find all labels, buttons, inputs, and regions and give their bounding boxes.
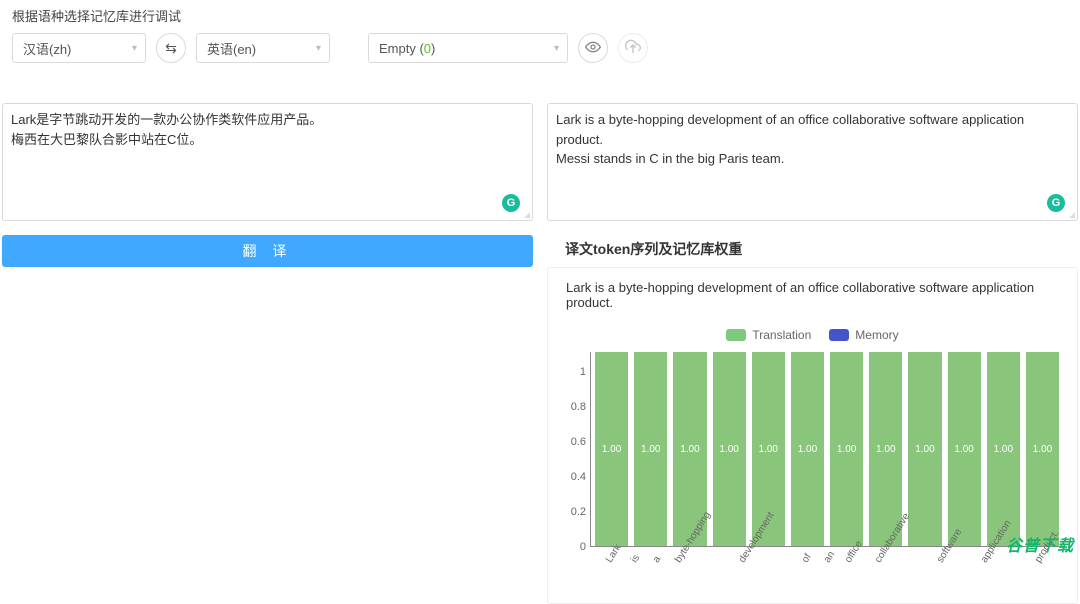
target-textarea-wrap: G: [547, 103, 1078, 221]
memory-library-select[interactable]: Empty (0) ▾: [368, 33, 568, 63]
chart-bar[interactable]: 1.00: [791, 352, 824, 546]
source-textarea-wrap: G: [2, 103, 533, 221]
target-column: G 译文token序列及记忆库权重 Lark is a byte-hopping…: [547, 103, 1080, 604]
chevron-down-icon: ▾: [554, 43, 559, 54]
chevron-down-icon: ▾: [132, 43, 137, 54]
chart-bar[interactable]: 1.00: [908, 352, 941, 546]
chart-bar[interactable]: 1.00: [1026, 352, 1059, 546]
legend-memory[interactable]: Memory: [829, 328, 898, 342]
translate-button[interactable]: 翻 译: [2, 235, 533, 267]
swap-icon: ⇆: [165, 40, 177, 57]
bar-value-label: 1.00: [1033, 444, 1052, 455]
y-axis: 00.20.40.60.81: [562, 352, 590, 547]
source-language-select[interactable]: 汉语(zh) ▾: [12, 33, 146, 63]
bar-value-label: 1.00: [954, 444, 973, 455]
bar-value-label: 1.00: [876, 444, 895, 455]
bar-value-label: 1.00: [798, 444, 817, 455]
bar-value-label: 1.00: [680, 444, 699, 455]
bar-value-label: 1.00: [994, 444, 1013, 455]
cloud-upload-icon: [625, 39, 641, 58]
chart-bar[interactable]: 1.00: [830, 352, 863, 546]
y-tick: 0: [580, 541, 586, 553]
x-axis-labels: Larkisabyte-hoppingdevelopmentofanoffice…: [562, 547, 1063, 597]
upload-button[interactable]: [618, 33, 648, 63]
chart-area: 00.20.40.60.81 1.001.001.001.001.001.001…: [562, 352, 1063, 547]
swap-languages-button[interactable]: ⇆: [156, 33, 186, 63]
y-tick: 0.4: [571, 471, 586, 483]
grammarly-badge-icon[interactable]: G: [1047, 194, 1065, 212]
chart-sentence: Lark is a byte-hopping development of an…: [562, 280, 1063, 310]
y-tick: 1: [580, 366, 586, 378]
main-content-row: G 翻 译 G 译文token序列及记忆库权重 Lark is a byte-h…: [0, 103, 1080, 604]
resize-handle[interactable]: [520, 208, 530, 218]
chart-bar[interactable]: 1.00: [948, 352, 981, 546]
chart-legend: Translation Memory: [562, 328, 1063, 342]
bar-value-label: 1.00: [837, 444, 856, 455]
source-textarea[interactable]: [3, 104, 532, 220]
memory-selector-label: 根据语种选择记忆库进行调试: [0, 2, 1080, 33]
resize-handle[interactable]: [1065, 208, 1075, 218]
preview-button[interactable]: [578, 33, 608, 63]
watermark-text: 谷普下载: [1006, 532, 1074, 556]
token-weights-heading: 译文token序列及记忆库权重: [547, 235, 1078, 267]
chart-plot: 1.00 1.00 1.00 1.00 1.00 1.00 1.00 1.00 1.00 1.00…: [590, 352, 1063, 547]
grammarly-badge-icon[interactable]: G: [502, 194, 520, 212]
chart-panel: Lark is a byte-hopping development of an…: [547, 267, 1078, 604]
y-tick: 0.8: [571, 401, 586, 413]
chart-bar[interactable]: 1.00: [869, 352, 902, 546]
chart-bars: 1.00 1.00 1.00 1.00 1.00 1.00 1.00 1.00 1.00 1.00…: [591, 352, 1063, 546]
legend-translation[interactable]: Translation: [726, 328, 811, 342]
chart-bar[interactable]: 1.00: [987, 352, 1020, 546]
eye-icon: [585, 39, 601, 58]
source-column: G 翻 译: [0, 103, 533, 604]
bar-value-label: 1.00: [759, 444, 778, 455]
bar-value-label: 1.00: [719, 444, 738, 455]
memory-library-value: Empty (0): [379, 41, 435, 56]
target-language-value: 英语(en): [207, 39, 256, 58]
y-tick: 0.2: [571, 506, 586, 518]
target-language-select[interactable]: 英语(en) ▾: [196, 33, 330, 63]
chart-bar[interactable]: 1.00: [713, 352, 746, 546]
bar-value-label: 1.00: [915, 444, 934, 455]
target-textarea[interactable]: [548, 104, 1077, 220]
legend-swatch-translation: [726, 329, 746, 341]
language-controls-row: 汉语(zh) ▾ ⇆ 英语(en) ▾ Empty (0) ▾: [0, 33, 1080, 73]
bar-value-label: 1.00: [641, 444, 660, 455]
legend-swatch-memory: [829, 329, 849, 341]
chevron-down-icon: ▾: [316, 43, 321, 54]
source-language-value: 汉语(zh): [23, 39, 71, 58]
y-tick: 0.6: [571, 436, 586, 448]
bar-value-label: 1.00: [602, 444, 621, 455]
chart-bar[interactable]: 1.00: [634, 352, 667, 546]
chart-bar[interactable]: 1.00: [595, 352, 628, 546]
